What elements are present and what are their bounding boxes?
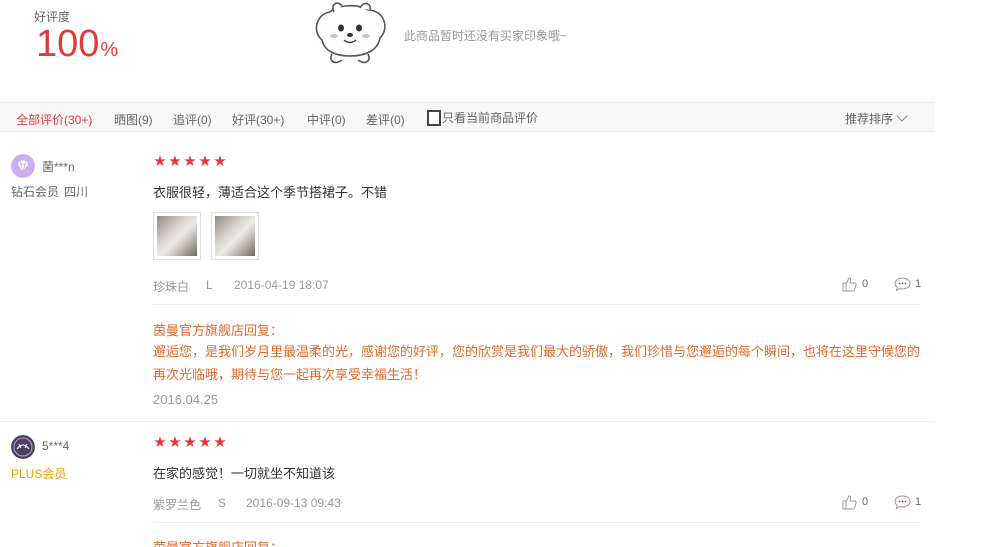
member-level: PLUS会员 (11, 467, 67, 481)
reviewer-name: 5***4 (42, 439, 70, 453)
shop-reply-header: 茵曼官方旗舰店回复： (153, 537, 283, 547)
shop-reply-text: 邂逅您，是我们岁月里最温柔的光，感谢您的好评，您的欣赏是我们最大的骄傲，我们珍惜… (153, 344, 921, 382)
product-color: 紫罗兰色 (153, 498, 202, 512)
tab-positive[interactable]: 好评(30+) (232, 111, 284, 128)
comment-icon (894, 277, 911, 292)
shop-reply-date: 2016.04.25 (153, 392, 219, 407)
like-count: 0 (862, 278, 869, 290)
diamond-icon (11, 154, 35, 178)
like-count: 0 (862, 496, 869, 508)
rate-value: 100% (36, 23, 119, 65)
divider (153, 522, 921, 523)
star-icon: ★ (183, 153, 197, 170)
star-icon: ★ (213, 153, 227, 170)
member-level: 钻石会员 (11, 185, 60, 199)
product-size: L (206, 278, 213, 292)
reviewer-name: 菌***n (42, 160, 75, 174)
divider (153, 304, 921, 305)
user-avatar (11, 435, 35, 459)
reviewer-location: 四川 (64, 185, 89, 199)
only-current-filter[interactable]: 只看当前商品评价 (427, 109, 538, 126)
no-impression-text: 此商品暂时还没有买家印象哦~ (404, 29, 568, 43)
product-size: S (218, 496, 227, 510)
only-current-label: 只看当前商品评价 (442, 111, 539, 125)
review-separator (0, 421, 935, 422)
star-icon: ★ (183, 434, 197, 451)
reply-count: 1 (915, 278, 922, 290)
star-icon: ★ (168, 153, 182, 170)
tab-all-reviews[interactable]: 全部评价(30+) (16, 111, 92, 128)
star-icon: ★ (198, 434, 212, 451)
comment-icon (894, 495, 911, 510)
thumbs-up-icon (842, 277, 857, 292)
tab-with-images[interactable]: 晒图(9) (114, 111, 153, 128)
jd-mascot-icon (315, 2, 386, 64)
review-image-thumb[interactable] (211, 212, 259, 260)
star-icon: ★ (153, 434, 167, 451)
thumbs-up-icon (842, 495, 857, 510)
star-icon: ★ (198, 153, 212, 170)
sort-dropdown[interactable]: 推荐排序 (845, 110, 908, 127)
review-image-thumb[interactable] (153, 212, 201, 260)
star-icon: ★ (168, 434, 182, 451)
star-icon: ★ (153, 153, 167, 170)
only-current-checkbox[interactable] (427, 110, 441, 126)
chevron-down-icon (896, 110, 908, 122)
tab-negative[interactable]: 差评(0) (366, 111, 405, 128)
tab-follow-up[interactable]: 追评(0) (173, 111, 212, 128)
review-content: 在家的感觉！一切就坐不知道该 (153, 466, 336, 481)
review-content: 衣服很轻，薄适合这个季节搭裙子。不错 (153, 185, 388, 200)
product-color: 珍珠白 (153, 280, 190, 294)
star-icon: ★ (213, 434, 227, 451)
shop-reply-header: 茵曼官方旗舰店回复： (153, 323, 284, 338)
reply-count: 1 (915, 496, 922, 508)
review-filter-bar: 全部评价(30+) 晒图(9) 追评(0) 好评(30+) 中评(0) 差评(0… (0, 102, 935, 132)
review-date: 2016-04-19 18:07 (234, 278, 329, 292)
review-date: 2016-09-13 09:43 (246, 496, 341, 510)
tab-neutral[interactable]: 中评(0) (307, 111, 346, 128)
